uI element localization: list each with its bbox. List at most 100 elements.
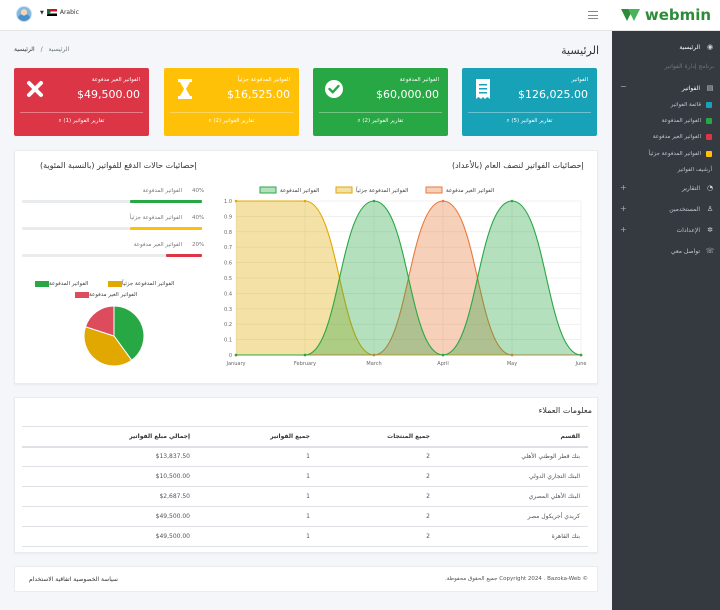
- legend-swatch: [35, 281, 49, 287]
- footer: سياسة الخصوصية اتفاقية الاستخدام © Copyr…: [14, 566, 598, 592]
- pie-legend-partial[interactable]: الفواتير المدفوعة جزئياً: [105, 281, 174, 287]
- sidebar-header-program: برنامج إدارة الفواتير: [664, 63, 714, 70]
- card-amount: $16,525.00: [227, 88, 290, 101]
- caret-down-icon: ▼: [40, 9, 44, 16]
- brand-name: webmin: [644, 6, 712, 24]
- sidebar-item-contact[interactable]: ☏ تواصل معي: [671, 247, 714, 255]
- breadcrumb-current: الرئيسية: [48, 46, 70, 53]
- col-products: جميع المنتجات: [318, 426, 438, 448]
- card-partial: الفواتير المدفوعة جزئياً $16,525.00 ⌕ تق…: [164, 68, 299, 136]
- card-report-link[interactable]: ⌕ تقارير الفواتير (5): [462, 118, 597, 125]
- table-row: البنك التجاري الدولي 2 1 $10,500.00: [22, 466, 588, 487]
- footer-links: سياسة الخصوصية اتفاقية الاستخدام: [23, 576, 118, 583]
- sidebar-sub-unpaid[interactable]: الفواتير الغير مدفوعة: [653, 134, 712, 140]
- y-tick-label: 0.2: [224, 322, 232, 328]
- card-amount: $126,025.00: [518, 88, 588, 101]
- pie-chart: [83, 305, 145, 367]
- data-point: [441, 199, 445, 203]
- receipt-icon: [472, 78, 494, 100]
- brand-logo[interactable]: webmin: [612, 0, 720, 31]
- card-report-link[interactable]: ⌕ تقارير الفواتير (2): [164, 118, 299, 125]
- legend-swatch: [75, 292, 89, 298]
- card-report-link[interactable]: ⌕ تقارير الفواتير (2): [313, 118, 448, 125]
- legend-swatch: [335, 186, 353, 194]
- badge-icon: [706, 151, 712, 157]
- pie-legend-unpaid[interactable]: الفواتير الغير مدفوعة: [72, 292, 137, 298]
- chart-pie-icon: ◔: [706, 184, 714, 192]
- legend-swatch: [259, 186, 277, 194]
- terms-link[interactable]: اتفاقية الاستخدام: [29, 576, 71, 583]
- data-point: [441, 353, 445, 357]
- sidebar-item-users[interactable]: ♙ المستخدمين: [669, 205, 714, 213]
- data-point: [579, 353, 583, 357]
- badge-icon: [706, 134, 712, 140]
- expand-icon[interactable]: +: [620, 204, 627, 213]
- bar-pct-paid: 40%: [192, 188, 205, 194]
- sidebar-item-invoices[interactable]: ▤ الفواتير: [682, 84, 714, 92]
- y-tick-label: 0.4: [224, 291, 232, 297]
- sidebar-item-settings[interactable]: ✲ الإعدادات: [677, 226, 714, 234]
- badge-icon: [706, 118, 712, 124]
- y-tick-label: 0.8: [224, 230, 232, 236]
- bar-pct-unpaid: 20%: [192, 242, 205, 248]
- sidebar-item-reports[interactable]: ◔ التقارير: [682, 184, 714, 192]
- y-tick-label: 0.7: [224, 245, 232, 251]
- chart-title: إحصائيات الفواتير لنصف العام (بالأعداد): [452, 161, 584, 170]
- language-selector[interactable]: ▼ Arabic: [40, 9, 79, 16]
- breadcrumb-home[interactable]: الرئيسية: [14, 46, 35, 53]
- table-row: كريدي أجريكول مصر 2 1 $49,500.00: [22, 506, 588, 527]
- menu-toggle-icon[interactable]: [588, 11, 598, 19]
- sidebar-sub-paid[interactable]: الفواتير المدفوعة: [662, 118, 712, 124]
- hourglass-icon: [174, 78, 196, 100]
- card-report-link[interactable]: ⌕ تقارير الفواتير (1): [14, 118, 149, 125]
- card-label: الفواتير الغير مدفوعة: [91, 77, 140, 83]
- sidebar: webmin ◉ الرئيسية برنامج إدارة الفواتير …: [612, 0, 720, 610]
- table-row: البنك الأهلي المصري 2 1 $2,687.50: [22, 486, 588, 507]
- card-amount: $49,500.00: [77, 88, 140, 101]
- card-paid: الفواتير المدفوعة $60,000.00 ⌕ تقارير ال…: [313, 68, 448, 136]
- privacy-link[interactable]: سياسة الخصوصية: [73, 576, 118, 583]
- sidebar-sub-partial[interactable]: الفواتير المدفوعة جزئياً: [649, 151, 712, 157]
- expand-icon[interactable]: +: [620, 183, 627, 192]
- y-tick-label: 0.1: [224, 338, 232, 344]
- progress-paid: [22, 200, 202, 203]
- table-row: بنك قطر الوطني الأهلي 2 1 $13,837.50: [22, 446, 588, 467]
- card-amount: $60,000.00: [376, 88, 439, 101]
- logo-icon: [620, 9, 641, 21]
- progress-fill: [130, 200, 202, 203]
- breadcrumb-separator: /: [40, 46, 43, 53]
- legend-swatch: [108, 281, 122, 287]
- dashboard-icon: ◉: [706, 43, 714, 51]
- data-point: [303, 199, 307, 203]
- card-label: الفواتير المدفوعة: [399, 77, 439, 83]
- col-total: إجمالي مبلغ الفواتير: [22, 426, 198, 448]
- collapse-icon[interactable]: −: [620, 82, 627, 91]
- bar-label-unpaid: الفواتير الغير مدفوعة: [133, 242, 182, 248]
- copyright: © Copyright 2024 . Bazoka-Web جميع الحقو…: [445, 576, 588, 582]
- pie-legend-paid[interactable]: الفواتير المدفوعة: [32, 281, 88, 287]
- invoice-icon: ▤: [706, 84, 714, 92]
- sidebar-sub-archive[interactable]: أرشيف الفواتير: [678, 167, 712, 173]
- bar-label-partial: الفواتير المدفوعة جزئياً: [129, 215, 182, 221]
- legend-label: الفواتير المدفوعة جزئياً: [355, 186, 408, 194]
- table-header-row: القسم جميع المنتجات جميع الفواتير إجمالي…: [22, 426, 588, 448]
- expand-icon[interactable]: +: [620, 225, 627, 234]
- card-all-invoices: الفواتير $126,025.00 ⌕ تقارير الفواتير (…: [462, 68, 597, 136]
- close-icon: [24, 78, 46, 100]
- y-tick-label: 1.0: [224, 199, 232, 205]
- avatar[interactable]: [16, 6, 32, 22]
- legend-swatch: [425, 186, 443, 194]
- flag-icon: [46, 9, 57, 16]
- sidebar-sub-invoice-list[interactable]: قائمة الفواتير: [671, 102, 712, 108]
- payments-title: إحصائيات حالات الدفع للفواتير (بالنسبة ا…: [40, 161, 197, 170]
- col-invoices: جميع الفواتير: [198, 426, 318, 448]
- topbar: ▼ Arabic: [0, 0, 612, 31]
- data-point: [303, 353, 307, 357]
- progress-unpaid: [22, 254, 202, 257]
- col-department: القسم: [438, 426, 588, 448]
- y-tick-label: 0.3: [224, 307, 232, 313]
- x-tick-label: January: [226, 361, 246, 367]
- data-point: [372, 199, 376, 203]
- language-label: Arabic: [59, 9, 79, 16]
- sidebar-item-home[interactable]: ◉ الرئيسية: [679, 43, 714, 51]
